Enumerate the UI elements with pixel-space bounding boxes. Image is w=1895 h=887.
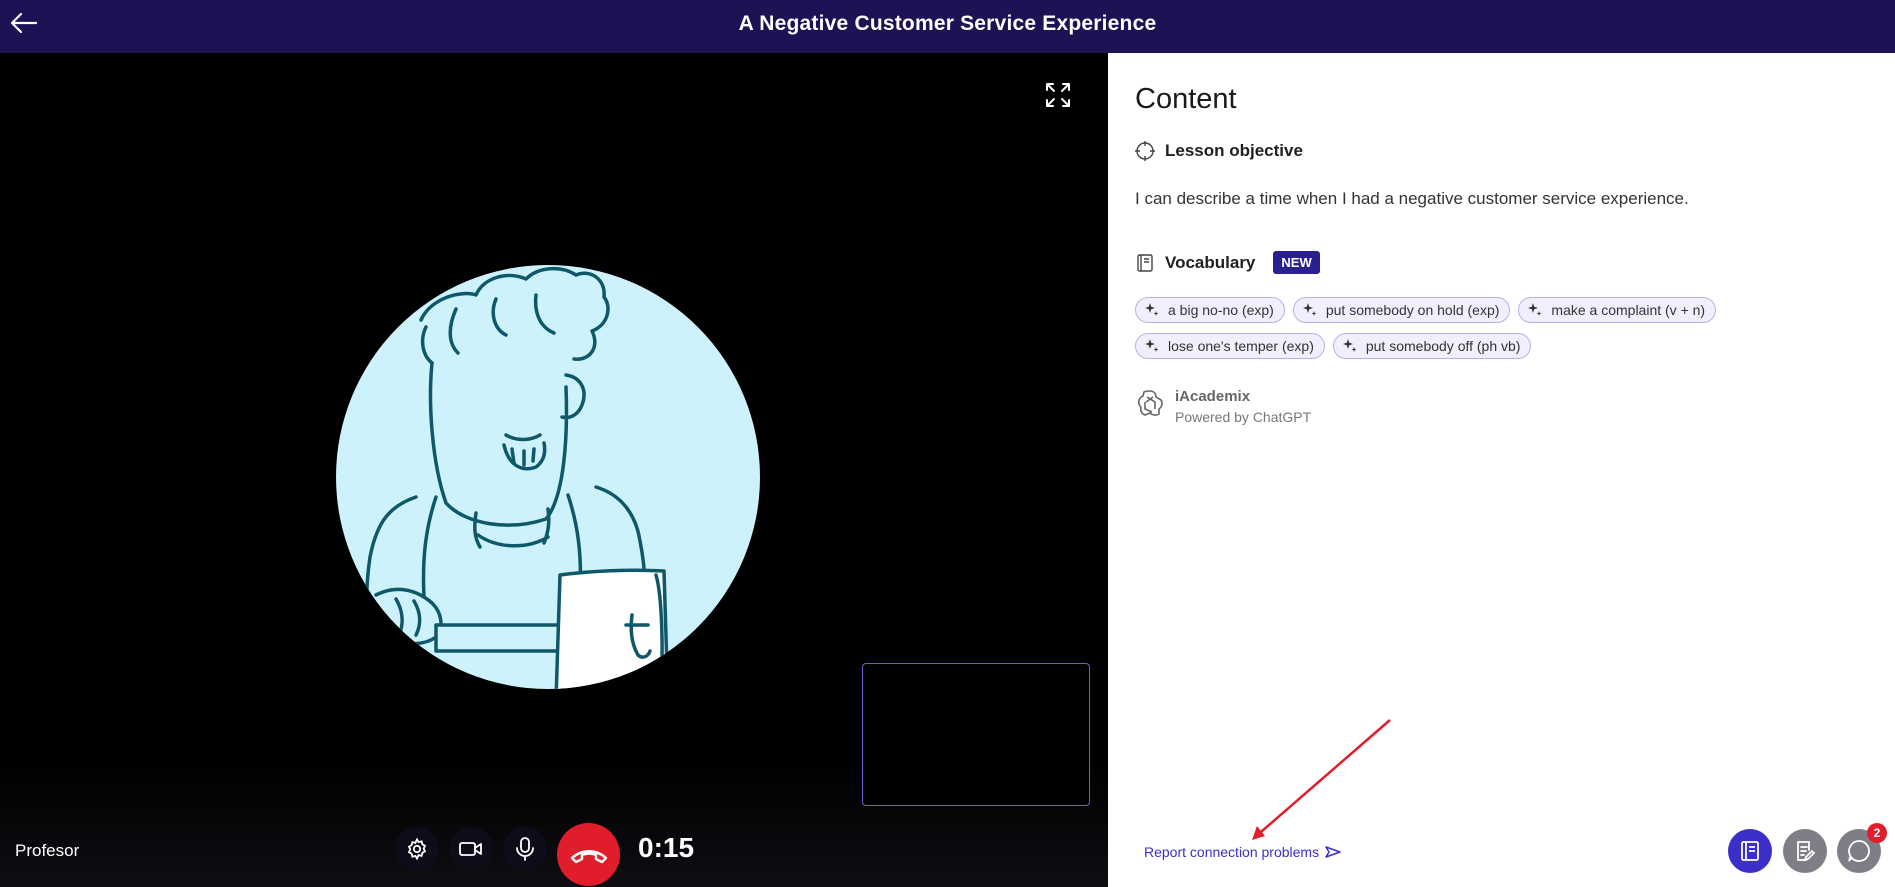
vocabulary-header: Vocabulary NEW [1135,251,1320,274]
chat-unread-badge: 2 [1867,823,1887,843]
edit-notes-icon [1797,841,1816,862]
page-title: A Negative Customer Service Experience [738,12,1157,35]
ai-assistant-info: iAcademix Powered by ChatGPT [1135,388,1311,425]
sparkle-icon [1145,339,1159,352]
vocabulary-list: a big no-no (exp) put somebody on hold (… [1135,297,1875,359]
content-notebook-button[interactable] [1728,829,1772,873]
sparkle-icon [1342,339,1357,352]
notes-button[interactable] [1783,829,1827,873]
tutor-avatar [336,265,760,689]
vocabulary-label: Vocabulary [1165,252,1256,272]
new-badge: NEW [1273,251,1320,274]
sparkle-icon [1528,303,1542,316]
target-icon [1135,141,1155,161]
send-icon [1325,846,1341,858]
vocabulary-chip[interactable]: make a complaint (v + n) [1518,297,1717,323]
vocabulary-chip[interactable]: lose one's temper (exp) [1135,333,1325,359]
ai-powered-by: Powered by ChatGPT [1175,409,1312,425]
ai-name: iAcademix [1175,388,1251,405]
top-bar: A Negative Customer Service Experience [0,0,1895,53]
self-video-preview [862,663,1090,806]
video-camera-icon[interactable] [449,827,493,871]
settings-gear-icon[interactable] [395,827,439,871]
notebook-icon [1137,253,1153,272]
lesson-objective-header: Lesson objective [1135,141,1303,161]
content-panel: Content Lesson objective I can describe … [1108,53,1895,887]
fullscreen-icon[interactable] [1042,79,1074,111]
call-timer: 0:15 [638,832,695,863]
chat-button[interactable]: 2 [1837,823,1887,873]
hang-up-button[interactable] [557,823,620,886]
sparkle-icon [1145,303,1159,316]
lesson-objective-label: Lesson objective [1165,141,1303,160]
sparkle-icon [1302,303,1317,316]
video-area: Profesor 0:15 [0,53,1108,887]
participant-name: Profesor [15,841,80,860]
content-heading: Content [1135,83,1237,115]
chatgpt-logo-icon [1137,390,1163,416]
vocabulary-chip[interactable]: put somebody off (ph vb) [1332,333,1532,359]
report-connection-link[interactable]: Report connection problems [1144,844,1341,860]
notebook-icon [1741,841,1759,861]
phone-hangup-icon [570,849,607,863]
microphone-icon[interactable] [503,827,547,871]
vocabulary-chip[interactable]: put somebody on hold (exp) [1292,297,1511,323]
chat-bubble-icon [1848,840,1870,862]
vocabulary-chip[interactable]: a big no-no (exp) [1135,297,1285,323]
lesson-objective-text: I can describe a time when I had a negat… [1135,189,1689,208]
